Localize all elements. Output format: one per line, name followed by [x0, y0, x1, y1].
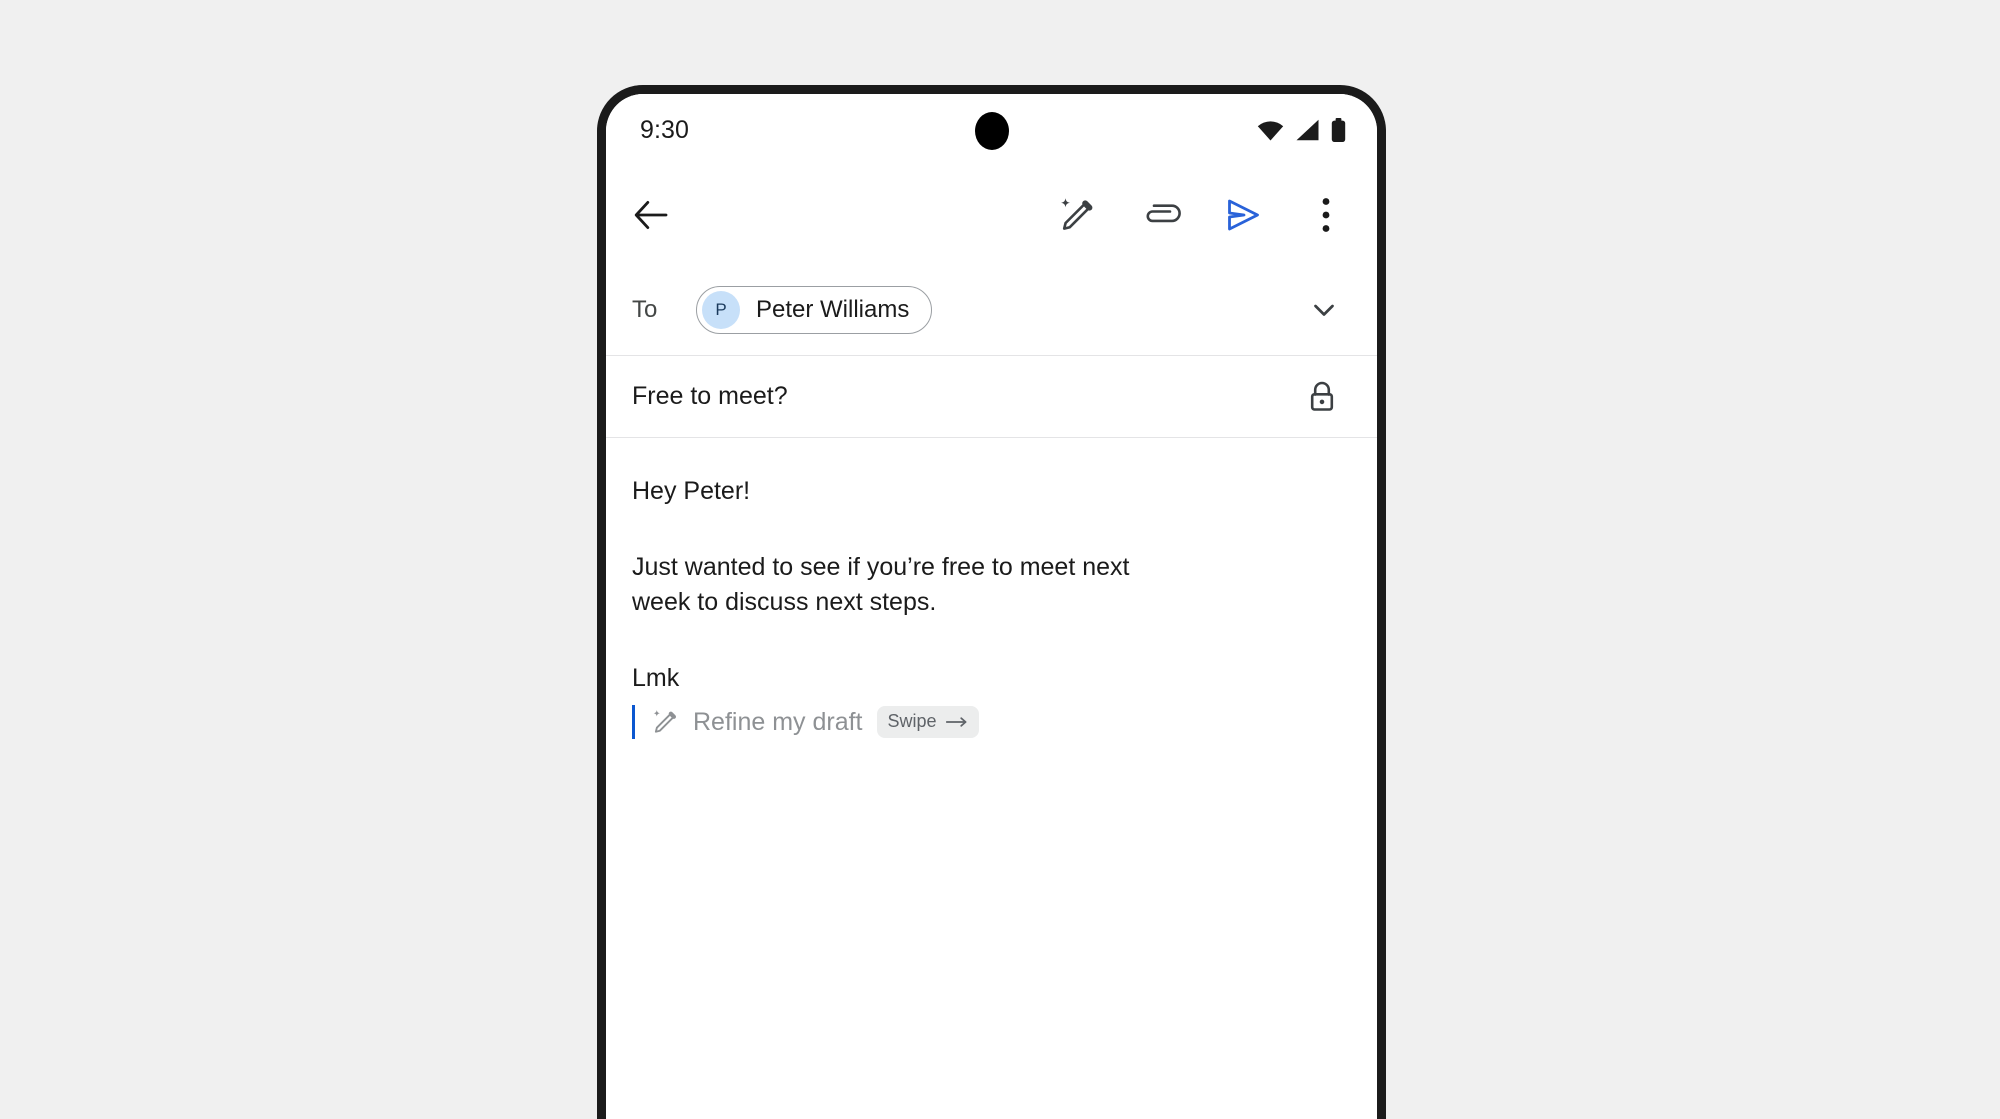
help-me-write-button[interactable]	[1046, 184, 1108, 246]
confidential-mode-button[interactable]	[1291, 366, 1353, 428]
arrow-right-icon	[945, 716, 968, 728]
body-paragraph-closing: Lmk	[632, 663, 680, 692]
recipient-row[interactable]: To P Peter Williams	[606, 264, 1377, 356]
chevron-down-icon	[1309, 295, 1339, 325]
battery-icon	[1331, 118, 1346, 142]
email-body[interactable]: Hey Peter! Just wanted to see if you’re …	[606, 438, 1377, 1119]
subject-row[interactable]: Free to meet?	[606, 356, 1377, 438]
refine-draft-suggestion[interactable]: Refine my draft Swipe	[632, 702, 1351, 742]
magic-pencil-icon	[1056, 194, 1098, 236]
expand-recipients-button[interactable]	[1293, 279, 1355, 341]
status-bar: 9:30	[606, 94, 1377, 166]
send-icon	[1222, 194, 1264, 236]
screenshot-canvas: 9:30 To P Peter Williams Free to meet? H…	[0, 0, 2000, 1119]
body-paragraph-main: Just wanted to see if you’re free to mee…	[632, 552, 1130, 617]
send-button[interactable]	[1212, 184, 1274, 246]
lock-icon	[1305, 379, 1339, 415]
app-bar-actions	[1046, 184, 1359, 246]
more-options-icon	[1312, 196, 1340, 234]
magic-pencil-icon	[650, 707, 680, 737]
attach-file-button[interactable]	[1129, 184, 1191, 246]
phone-frame: 9:30 To P Peter Williams Free to meet? H…	[597, 85, 1386, 1119]
subject-input[interactable]: Free to meet?	[632, 382, 788, 411]
body-paragraph-greeting: Hey Peter!	[632, 477, 751, 505]
wifi-icon	[1257, 119, 1284, 141]
arrow-back-icon	[634, 200, 668, 230]
attach-icon	[1139, 194, 1181, 236]
phone-screen: 9:30 To P Peter Williams Free to meet? H…	[606, 94, 1377, 1119]
recipient-chip[interactable]: P Peter Williams	[696, 285, 933, 334]
status-bar-clock: 9:30	[640, 115, 690, 144]
refine-draft-label: Refine my draft	[693, 707, 863, 736]
to-label: To	[632, 295, 658, 323]
app-bar	[606, 166, 1377, 264]
swipe-hint-chip[interactable]: Swipe	[876, 706, 979, 738]
back-button[interactable]	[620, 184, 682, 246]
front-camera-punch-hole	[974, 112, 1009, 150]
avatar: P	[702, 290, 740, 329]
cellular-signal-icon	[1295, 119, 1320, 141]
status-bar-icons	[1257, 118, 1346, 142]
text-cursor	[632, 705, 635, 739]
more-options-button[interactable]	[1295, 184, 1357, 246]
recipient-name: Peter Williams	[756, 295, 910, 323]
swipe-hint-label: Swipe	[887, 711, 937, 731]
